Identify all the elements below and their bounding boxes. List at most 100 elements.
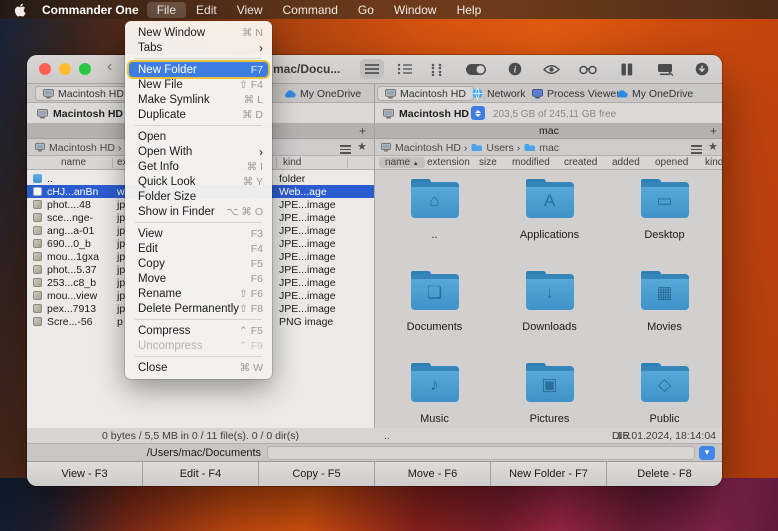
menu-item[interactable]: Make Symlink ⌘ L [125,92,272,107]
drive-stepper[interactable] [471,106,485,120]
menubar-go[interactable]: Go [348,2,384,18]
left-tab-my-onedrive[interactable]: My OneDrive [277,86,368,101]
folder-icon: ▦ [641,274,689,310]
menubar-window[interactable]: Window [384,2,447,18]
grid-folder-item[interactable]: ▭ Desktop [607,180,722,272]
menu-item[interactable]: Quick Look ⌘ Y [125,174,272,189]
right-pane-menu-icon[interactable] [691,143,702,156]
list-view-icon[interactable] [360,59,384,79]
menu-separator [135,356,262,357]
right-favorites-icon[interactable]: ★ [708,140,718,153]
dual-pane-icon[interactable] [615,59,639,79]
apple-logo-icon[interactable] [14,3,26,17]
close-window-button[interactable] [39,63,51,75]
breadcrumb-segment[interactable]: Macintosh HD › [49,142,121,154]
tab-label: My OneDrive [632,88,693,100]
left-breadcrumb[interactable]: Macintosh HD › [35,141,121,154]
menu-item[interactable]: Duplicate ⌘ D [125,107,272,122]
grid-folder-item[interactable]: ⌂ .. [377,180,492,272]
left-drive-selector[interactable]: Macintosh HD [37,106,123,121]
breadcrumb-segment[interactable]: mac [539,142,559,154]
menu-item[interactable]: Move F6 [125,271,272,286]
right-header-size[interactable]: size [479,157,497,168]
toggle-switch-icon[interactable] [464,59,488,79]
new-folder-f7-button[interactable]: New Folder - F7 [491,462,607,486]
menu-item[interactable]: Show in Finder ⌥ ⌘ O [125,204,272,219]
menu-item[interactable]: Compress ⌃ F5 [125,323,272,338]
command-input[interactable] [267,446,695,460]
right-header-added[interactable]: added [612,157,640,168]
menu-item[interactable]: Tabs › [125,40,272,55]
back-chevron-icon[interactable]: ‹ [107,58,112,76]
right-breadcrumb[interactable]: Macintosh HD › Users › mac [381,141,559,154]
minimize-window-button[interactable] [59,63,71,75]
network-share-icon[interactable] [653,59,677,79]
menubar-help[interactable]: Help [447,2,492,18]
view-f3-button[interactable]: View - F3 [27,462,143,486]
folder-icon: ▭ [641,182,689,218]
menubar-file[interactable]: File [147,2,186,18]
folder-glyph-icon: A [544,192,555,209]
downloads-icon[interactable] [690,59,714,79]
right-header-extension[interactable]: extension [427,157,470,168]
grid-folder-item[interactable]: ▦ Movies [607,272,722,364]
right-header-name[interactable]: name ▲ [379,157,425,168]
menu-item[interactable]: Delete Permanently ⇧ F8 [125,301,272,316]
menu-item[interactable]: Open [125,129,272,144]
copy-f5-button[interactable]: Copy - F5 [259,462,375,486]
menu-item[interactable]: New Folder F7 [129,62,268,77]
menu-item[interactable]: Rename ⇧ F6 [125,286,272,301]
right-tab-macintosh-hd[interactable]: Macintosh HD [377,86,474,101]
edit-f4-button[interactable]: Edit - F4 [143,462,259,486]
right-drive-selector[interactable]: Macintosh HD [383,106,469,121]
icon-view-icon[interactable] [425,59,449,79]
zoom-window-button[interactable] [79,63,91,75]
menu-item[interactable]: View F3 [125,226,272,241]
file-icon [33,278,42,287]
menu-separator [135,58,262,59]
menu-item[interactable]: Uncompress ⌃ F9 [125,338,272,353]
menu-item[interactable]: New Window ⌘ N [125,25,272,40]
menubar-edit[interactable]: Edit [186,2,227,18]
right-header-created[interactable]: created [564,157,597,168]
left-header-name[interactable]: name [61,157,86,168]
menu-item[interactable]: Get Info ⌘ I [125,159,272,174]
menu-item[interactable]: Open With › [125,144,272,159]
menu-item[interactable]: Copy F5 [125,256,272,271]
menubar-view[interactable]: View [227,2,273,18]
right-tab-network[interactable]: Network [465,86,533,101]
grid-folder-item[interactable]: ❏ Documents [377,272,492,364]
menubar-command[interactable]: Command [273,2,348,18]
breadcrumb-segment[interactable]: Users › [486,142,520,154]
pane-divider[interactable] [374,84,375,462]
right-folder-tab[interactable]: mac [539,125,559,137]
breadcrumb-segment[interactable]: Macintosh HD › [395,142,467,154]
left-tab-macintosh-hd[interactable]: Macintosh HD [35,86,132,101]
grid-folder-item[interactable]: A Applications [492,180,607,272]
right-tab-my-onedrive[interactable]: My OneDrive [609,86,700,101]
command-history-button[interactable]: ▾ [699,446,715,460]
right-header-modified[interactable]: modified [512,157,550,168]
tab-label: Macintosh HD [400,88,466,100]
submenu-arrow-icon: › [259,41,263,55]
preview-eye-icon[interactable] [539,59,563,79]
menu-item[interactable]: Edit F4 [125,241,272,256]
right-header-opened[interactable]: opened [655,157,688,168]
compact-list-view-icon[interactable] [393,59,417,79]
right-header-kind[interactable]: kind [705,157,723,168]
menu-item[interactable]: New File ⇧ F4 [125,77,272,92]
tab-label: My OneDrive [300,88,361,100]
left-pane-menu-icon[interactable] [340,143,351,156]
left-header-kind[interactable]: kind [283,157,301,168]
left-add-tab-button[interactable]: + [359,124,366,138]
info-icon[interactable]: i [503,59,527,79]
delete-f8-button[interactable]: Delete - F8 [607,462,722,486]
search-binoculars-icon[interactable] [576,59,600,79]
menu-item[interactable]: Folder Size [125,189,272,204]
right-add-tab-button[interactable]: + [710,124,717,138]
grid-folder-item[interactable]: ↓ Downloads [492,272,607,364]
move-f6-button[interactable]: Move - F6 [375,462,491,486]
file-icon [33,252,42,261]
left-favorites-icon[interactable]: ★ [357,140,367,153]
menu-item[interactable]: Close ⌘ W [125,360,272,375]
